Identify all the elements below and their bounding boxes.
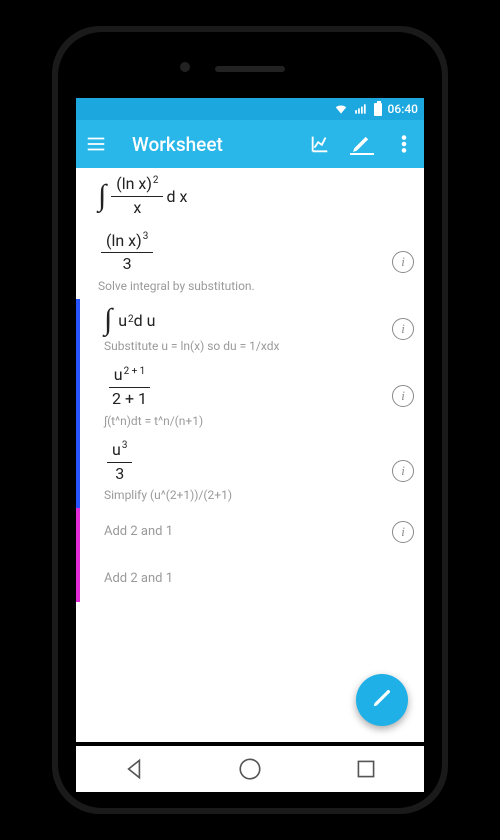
phone-speaker	[215, 66, 285, 72]
expression-row[interactable]: Add 2 and 1 i	[76, 508, 424, 555]
pencil-icon[interactable]	[350, 133, 374, 155]
menu-icon[interactable]	[84, 132, 108, 156]
expression-row[interactable]: u2 + 1 2 + 1 ∫(t^n)dt = t^n/(n+1) i	[76, 359, 424, 434]
step-hint: Substitute u = ln(x) so du = 1/xdx	[104, 339, 380, 353]
math-expression: u3 3	[104, 440, 135, 485]
info-icon[interactable]: i	[392, 521, 414, 543]
expression-row[interactable]: u3 3 Simplify (u^(2+1))/(2+1) i	[76, 434, 424, 509]
step-hint: Add 2 and 1	[104, 561, 380, 596]
overflow-icon[interactable]	[392, 132, 416, 156]
status-bar: 06:40	[76, 98, 424, 120]
action-bar: Worksheet	[76, 120, 424, 168]
signal-icon	[354, 102, 368, 116]
math-expression: (ln x)3 3	[98, 231, 156, 276]
expression-row[interactable]: ∫ (ln x)2 x d x	[76, 168, 424, 225]
home-icon[interactable]	[237, 756, 263, 782]
info-icon[interactable]: i	[392, 318, 414, 340]
info-icon[interactable]: i	[392, 460, 414, 482]
worksheet-content: ∫ (ln x)2 x d x (ln x)3 3	[76, 168, 424, 742]
expression-row[interactable]: ∫ u2d u Substitute u = ln(x) so du = 1/x…	[76, 299, 424, 359]
screen: 06:40 Worksheet	[76, 98, 424, 742]
status-time: 06:40	[388, 102, 418, 116]
expression-row[interactable]: (ln x)3 3 Solve integral by substitution…	[76, 225, 424, 300]
page-title: Worksheet	[132, 133, 290, 156]
info-icon[interactable]: i	[392, 251, 414, 273]
recent-icon[interactable]	[353, 756, 379, 782]
step-hint: Solve integral by substitution.	[98, 279, 380, 293]
phone-frame-outer: 06:40 Worksheet	[52, 26, 448, 814]
back-icon[interactable]	[121, 756, 147, 782]
math-expression: ∫ u2d u	[104, 305, 155, 335]
math-expression: ∫ (ln x)2 x d x	[98, 174, 187, 219]
system-nav-bar	[76, 746, 424, 792]
expression-row[interactable]: Add 2 and 1	[76, 555, 424, 602]
phone-frame-inner: 06:40 Worksheet	[58, 32, 442, 808]
info-icon[interactable]: i	[392, 385, 414, 407]
math-expression: u2 + 1 2 + 1	[104, 365, 155, 410]
fab-edit-button[interactable]	[356, 674, 408, 726]
step-hint: Add 2 and 1	[104, 514, 380, 549]
wifi-icon	[334, 102, 348, 116]
step-hint: ∫(t^n)dt = t^n/(n+1)	[104, 414, 380, 428]
battery-icon	[374, 103, 382, 116]
phone-camera	[180, 62, 190, 72]
step-hint: Simplify (u^(2+1))/(2+1)	[104, 488, 380, 502]
graph-icon[interactable]	[308, 132, 332, 156]
pencil-icon	[371, 687, 393, 713]
